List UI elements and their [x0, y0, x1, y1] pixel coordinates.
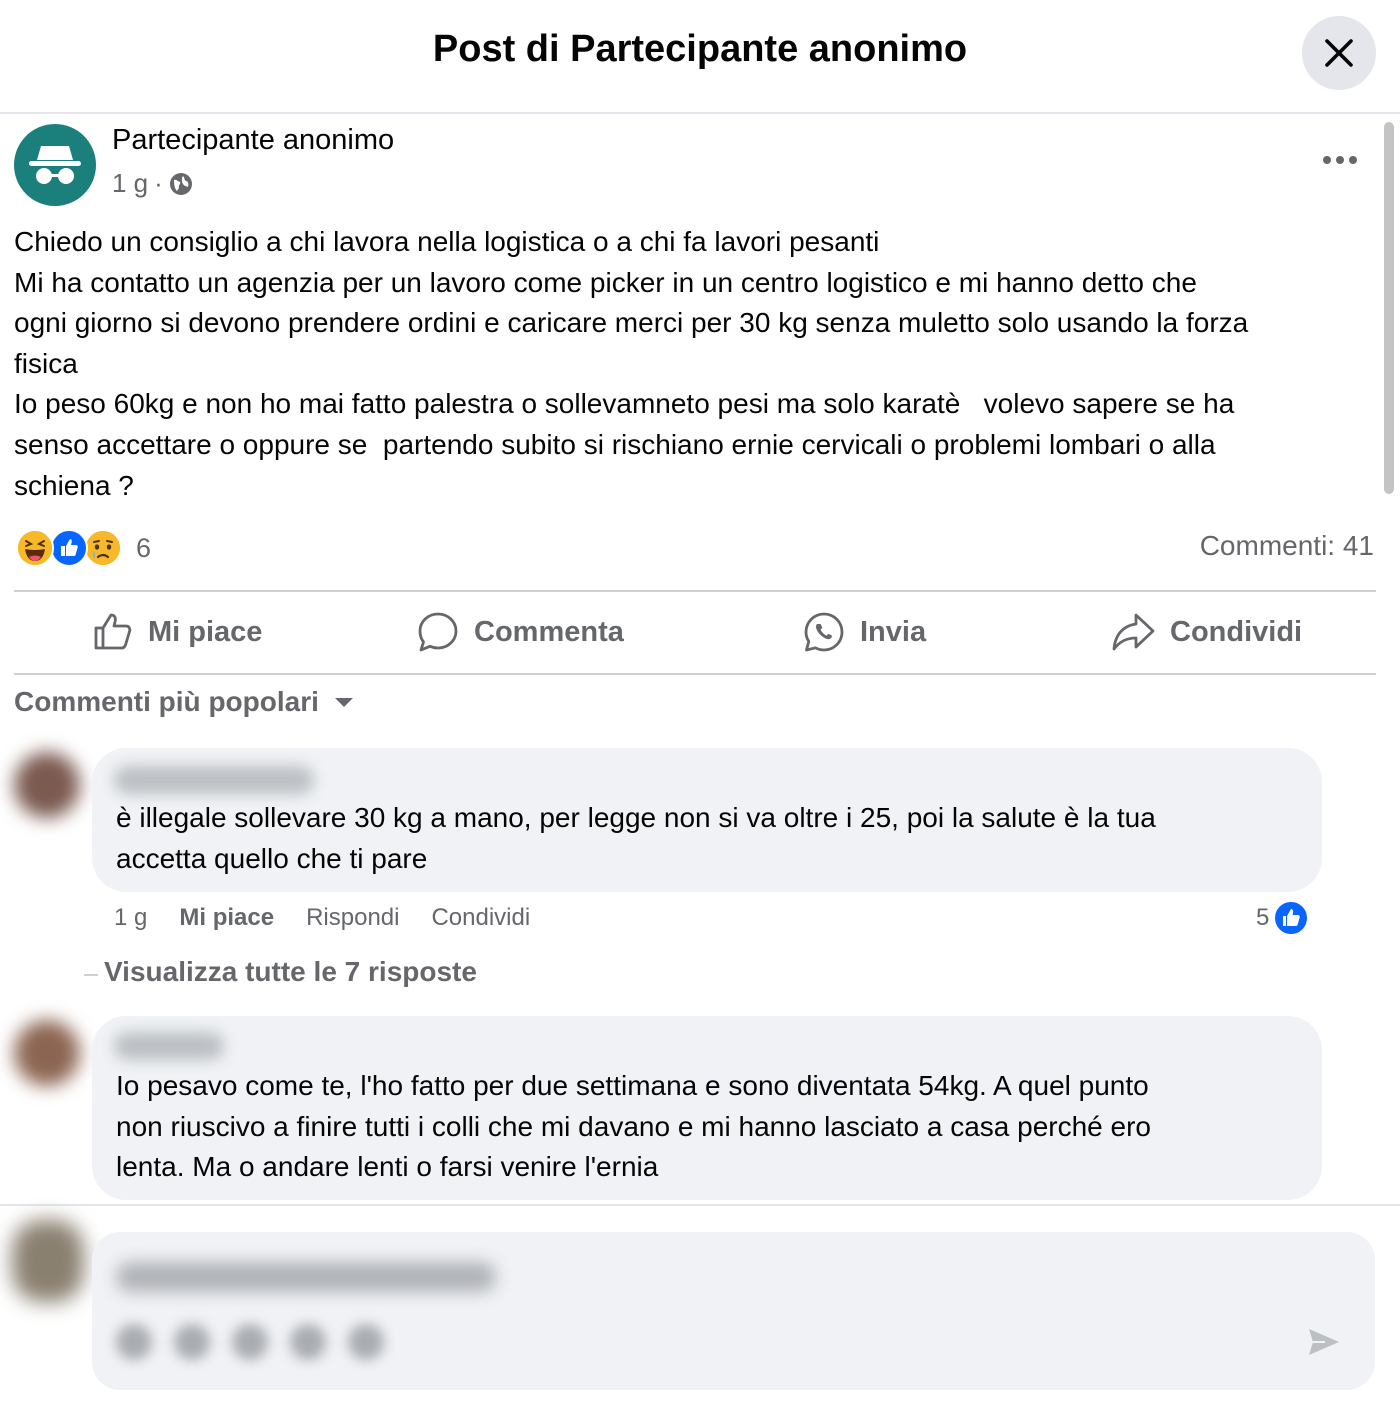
- globe-icon: [169, 172, 192, 195]
- send-comment-button[interactable]: [1302, 1320, 1346, 1364]
- comment-text-line: accetta quello che ti pare: [116, 842, 428, 874]
- divider: [14, 673, 1376, 675]
- divider: [14, 590, 1376, 592]
- composer-tool-icon[interactable]: [232, 1324, 268, 1360]
- post-text-line: Mi ha contatto un agenzia per un lavoro …: [14, 266, 1197, 298]
- incognito-icon: [29, 146, 81, 184]
- post-text-line: schiena ?: [14, 469, 134, 501]
- comment-text-line: non riuscivo a finire tutti i colli che …: [116, 1110, 1151, 1142]
- share-icon: [1112, 613, 1155, 651]
- composer-tools: [116, 1324, 384, 1360]
- post-text-line: ogni giorno si devono prendere ordini e …: [14, 307, 1249, 339]
- post-text-line: Io peso 60kg e non ho mai fatto palestra…: [14, 388, 1235, 420]
- comments-count-link[interactable]: Commenti: 41: [1200, 530, 1374, 562]
- like-reaction-icon: [1273, 900, 1310, 936]
- comment-button[interactable]: Commenta: [416, 604, 624, 660]
- author-avatar[interactable]: [14, 124, 96, 206]
- dialog-header: Post di Partecipante anonimo: [0, 0, 1400, 114]
- commenter-avatar[interactable]: [14, 752, 80, 818]
- comment-likes[interactable]: 5: [1256, 900, 1310, 936]
- commenter-name-blurred[interactable]: [114, 766, 314, 794]
- composer-tool-icon[interactable]: [290, 1324, 326, 1360]
- like-label: Mi piace: [148, 615, 263, 648]
- share-button[interactable]: Condividi: [1110, 604, 1302, 660]
- scrollbar-thumb[interactable]: [1384, 122, 1394, 494]
- haha-reaction-icon: [16, 529, 54, 567]
- reaction-count: 6: [136, 532, 152, 563]
- view-replies-link[interactable]: Visualizza tutte le 7 risposte: [104, 956, 477, 988]
- sort-label: Commenti più popolari: [14, 686, 319, 717]
- reactions-summary[interactable]: 6: [16, 528, 151, 568]
- comment-like-link[interactable]: Mi piace: [179, 904, 274, 932]
- comment-composer[interactable]: [92, 1232, 1375, 1390]
- send-label: Invia: [860, 615, 927, 648]
- composer-tool-icon[interactable]: [174, 1324, 210, 1360]
- like-button[interactable]: Mi piace: [92, 604, 262, 660]
- commenter-name-blurred[interactable]: [114, 1032, 224, 1060]
- author-name[interactable]: Partecipante anonimo: [112, 124, 394, 157]
- like-reaction-icon: [50, 529, 88, 567]
- send-icon: [1309, 1329, 1339, 1355]
- comment-sort-dropdown[interactable]: Commenti più popolari: [14, 686, 355, 718]
- comment-bubble: Io pesavo come te, l'ho fatto per due se…: [92, 1016, 1322, 1200]
- commenter-avatar[interactable]: [14, 1020, 80, 1086]
- comment-text-line: lenta. Ma o andare lenti o farsi venire …: [116, 1151, 659, 1183]
- comment-share-link[interactable]: Condividi: [431, 904, 530, 932]
- post-text-line: senso accettare o oppure se partendo sub…: [14, 428, 1216, 460]
- comment-icon: [418, 612, 458, 652]
- more-options-button[interactable]: [1316, 140, 1364, 180]
- comment-reply-link[interactable]: Rispondi: [306, 904, 399, 932]
- composer-tool-icon[interactable]: [348, 1324, 384, 1360]
- post-text: Chiedo un consiglio a chi lavora nella l…: [14, 222, 1374, 506]
- meta-separator: ·: [154, 168, 163, 198]
- post-text-line: Chiedo un consiglio a chi lavora nella l…: [14, 226, 880, 257]
- comment-meta: 1 g Mi piace Rispondi Condividi: [114, 904, 562, 932]
- comment-text-line: Io pesavo come te, l'ho fatto per due se…: [116, 1070, 1149, 1101]
- post-time[interactable]: 1 g: [112, 168, 148, 199]
- post-text-line: fisica: [14, 347, 78, 379]
- thread-line: [84, 974, 98, 976]
- composer-placeholder-blurred: [116, 1262, 496, 1292]
- sad-reaction-icon: [84, 529, 122, 567]
- current-user-avatar: [12, 1220, 84, 1302]
- comment-text-line: è illegale sollevare 30 kg a mano, per l…: [116, 802, 1156, 833]
- whatsapp-icon: [804, 612, 844, 652]
- composer-tool-icon[interactable]: [116, 1324, 152, 1360]
- comment-label: Commenta: [474, 615, 624, 648]
- composer-divider: [0, 1204, 1400, 1206]
- thumbs-up-icon: [94, 613, 132, 650]
- dialog-title: Post di Partecipante anonimo: [432, 28, 968, 70]
- comment-text: Io pesavo come te, l'ho fatto per due se…: [116, 1066, 1151, 1188]
- comment-text: è illegale sollevare 30 kg a mano, per l…: [116, 798, 1156, 879]
- close-icon: [1325, 39, 1353, 67]
- share-label: Condividi: [1170, 615, 1303, 648]
- comment-time[interactable]: 1 g: [114, 904, 147, 932]
- post-meta: 1 g ·: [112, 168, 193, 199]
- close-button[interactable]: [1302, 16, 1376, 90]
- comment-likes-count: 5: [1256, 904, 1270, 931]
- caret-down-icon: [334, 698, 353, 707]
- comment-bubble: è illegale sollevare 30 kg a mano, per l…: [92, 748, 1322, 892]
- send-whatsapp-button[interactable]: Invia: [802, 604, 926, 660]
- more-icon: [1323, 156, 1357, 164]
